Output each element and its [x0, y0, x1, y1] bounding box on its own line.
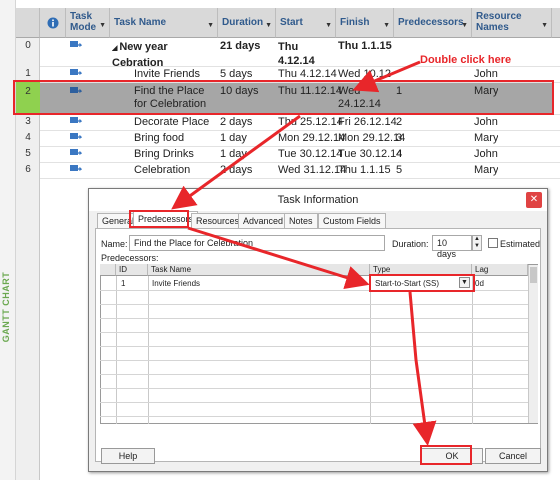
annotation-arrows [171, 60, 437, 446]
arrow-to-predecessors-tab [171, 114, 301, 210]
arrow-to-ok-button [408, 291, 437, 446]
arrow-to-type-field [187, 226, 370, 290]
arrow-to-row [352, 60, 421, 93]
